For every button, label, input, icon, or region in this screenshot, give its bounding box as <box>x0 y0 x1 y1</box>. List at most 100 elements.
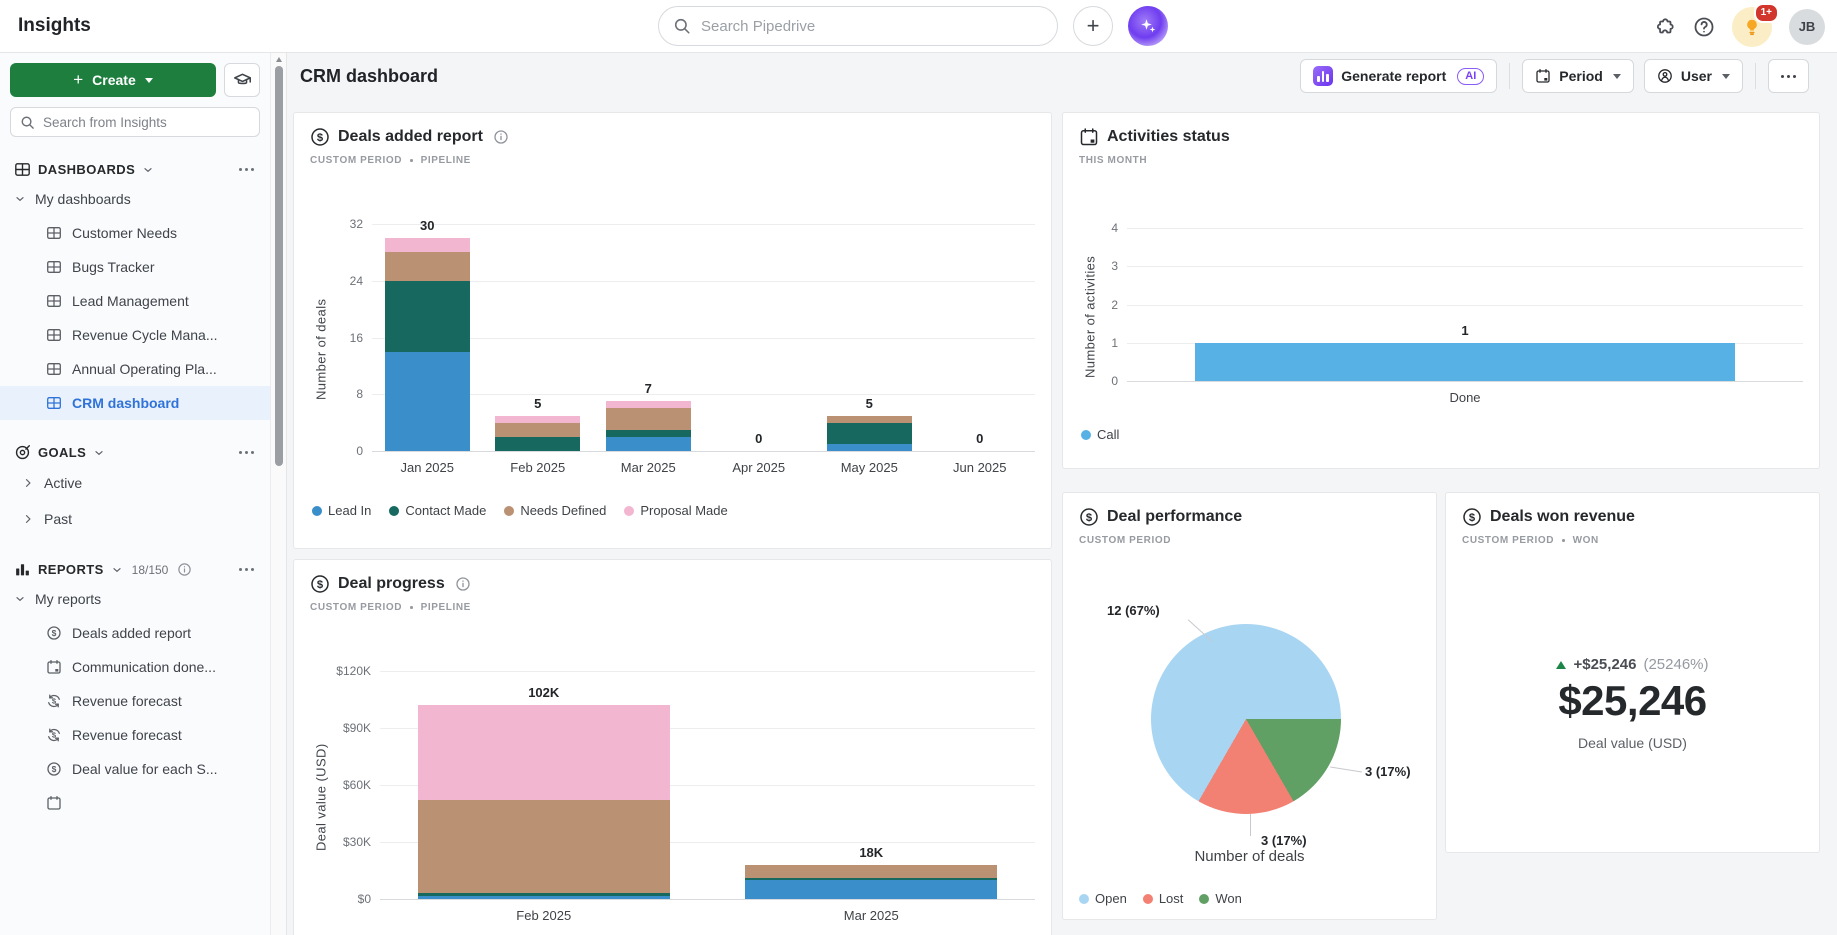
user-filter-button[interactable]: User <box>1644 59 1743 93</box>
bar-stack[interactable] <box>606 401 691 451</box>
bar-stack[interactable] <box>827 416 912 451</box>
dashboards-section-header[interactable]: DASHBOARDS <box>14 161 256 178</box>
avatar[interactable]: JB <box>1789 9 1825 45</box>
global-search-input[interactable] <box>701 18 1043 35</box>
marketplace-apps-button[interactable] <box>1654 16 1676 38</box>
legend-item[interactable]: Proposal Made <box>624 503 727 518</box>
report-item-deal-value-for-each[interactable]: $ Deal value for each S... <box>0 752 270 786</box>
bar-segment-contact-made[interactable] <box>385 281 470 352</box>
calendar-icon <box>46 659 62 675</box>
bar-segment-proposal-made[interactable] <box>385 238 470 252</box>
y-tick-label: $60K <box>343 777 371 793</box>
search-icon <box>673 17 691 35</box>
sidebar-item-crm-dashboard[interactable]: CRM dashboard <box>0 386 270 420</box>
ai-badge: AI <box>1457 68 1484 85</box>
goals-past-toggle[interactable]: Past <box>0 501 270 537</box>
my-dashboards-toggle[interactable]: My dashboards <box>10 182 260 216</box>
bar-value-label: 18K <box>708 845 1036 860</box>
bar-segment-lead-in[interactable] <box>418 896 670 899</box>
sidebar-item-lead-management[interactable]: Lead Management <box>0 284 270 318</box>
bar-stack[interactable] <box>1195 343 1735 381</box>
dashboard-more-button[interactable] <box>1768 59 1809 93</box>
quick-add-button[interactable]: + <box>1073 6 1113 46</box>
bar-stack[interactable] <box>745 865 997 899</box>
reports-section-header[interactable]: REPORTS 18/150 <box>14 561 256 578</box>
global-search[interactable] <box>658 6 1058 46</box>
bar-segment-needs-defined[interactable] <box>385 252 470 280</box>
legend-item[interactable]: Needs Defined <box>504 503 606 518</box>
bar-segment-contact-made[interactable] <box>495 437 580 451</box>
filter-tag: PIPELINE <box>421 155 471 166</box>
bar-value-label: 0 <box>704 431 815 446</box>
legend-item[interactable]: Won <box>1199 891 1242 906</box>
whats-new-button[interactable]: 1+ <box>1732 7 1772 47</box>
sidebar: + Create DASHBOARDS My dashboards Custom… <box>0 53 270 935</box>
insights-search[interactable] <box>10 107 260 137</box>
report-item-communication-done[interactable]: Communication done... <box>0 650 270 684</box>
sidebar-item-customer-needs[interactable]: Customer Needs <box>0 216 270 250</box>
scrollbar-thumb[interactable] <box>275 66 283 466</box>
bar-segment-proposal-made[interactable] <box>495 416 580 423</box>
learning-center-button[interactable] <box>224 63 260 97</box>
bar-segment-lead-in[interactable] <box>385 352 470 451</box>
legend-dot <box>1143 894 1153 904</box>
bar-segment-needs-defined[interactable] <box>827 416 912 423</box>
bar-segment-proposal-made[interactable] <box>418 705 670 800</box>
bar-segment-contact-made[interactable] <box>827 423 912 444</box>
report-item-deals-added-report[interactable]: $ Deals added report <box>0 616 270 650</box>
x-tick-label: Feb 2025 <box>380 908 708 923</box>
legend-item[interactable]: Lost <box>1143 891 1184 906</box>
legend-item[interactable]: Contact Made <box>389 503 486 518</box>
legend-item[interactable]: Open <box>1079 891 1127 906</box>
card-deals-added-report: $ Deals added report CUSTOM PERIOD PIPEL… <box>293 112 1052 549</box>
deal-progress-chart: Deal value (USD)$120K$90K$60K$30K$0102K1… <box>310 671 1035 923</box>
bar-segment-lead-in[interactable] <box>745 880 997 899</box>
report-item-revenue-forecast-1[interactable]: $ Revenue forecast <box>0 684 270 718</box>
info-icon[interactable] <box>493 129 509 145</box>
info-icon[interactable] <box>177 562 192 577</box>
bar-stack[interactable] <box>385 238 470 451</box>
bar-segment-needs-defined[interactable] <box>418 800 670 893</box>
bar-segment-lead-in[interactable] <box>606 437 691 451</box>
reports-menu-button[interactable] <box>237 564 256 575</box>
bar-segment-proposal-made[interactable] <box>606 401 691 408</box>
sidebar-item-annual-operating-plan[interactable]: Annual Operating Pla... <box>0 352 270 386</box>
bar-segment-needs-defined[interactable] <box>745 865 997 878</box>
reports-count: 18/150 <box>132 563 169 577</box>
goals-section-header[interactable]: GOALS <box>14 444 256 461</box>
topbar-right: 1+ JB <box>1654 0 1825 53</box>
scrollbar-up-arrow[interactable] <box>276 57 282 62</box>
legend-item[interactable]: Call <box>1081 427 1119 442</box>
bar-stack[interactable] <box>495 416 580 451</box>
bar-value-label: 7 <box>593 381 704 396</box>
report-item-revenue-forecast-2[interactable]: $ Revenue forecast <box>0 718 270 752</box>
bar-segment-lead-in[interactable] <box>827 444 912 451</box>
bar-segment-needs-defined[interactable] <box>606 408 691 429</box>
ai-assistant-button[interactable] <box>1128 6 1168 46</box>
create-button[interactable]: + Create <box>10 63 216 97</box>
generate-report-button[interactable]: Generate report AI <box>1300 59 1497 93</box>
bar-segment-contact-made[interactable] <box>606 430 691 437</box>
period-filter-button[interactable]: Period <box>1522 59 1634 93</box>
legend-label: Open <box>1095 891 1127 906</box>
legend-dot <box>1081 430 1091 440</box>
deal-performance-pie[interactable] <box>1151 624 1341 814</box>
goals-active-toggle[interactable]: Active <box>0 465 270 501</box>
dashboards-menu-button[interactable] <box>237 164 256 175</box>
filter-tag: PIPELINE <box>421 602 471 613</box>
info-icon[interactable] <box>455 576 471 592</box>
help-button[interactable] <box>1693 16 1715 38</box>
card-deal-progress: $ Deal progress CUSTOM PERIOD PIPELINE D… <box>293 559 1052 935</box>
bar-segment-needs-defined[interactable] <box>495 423 580 437</box>
sidebar-item-revenue-cycle-management[interactable]: Revenue Cycle Mana... <box>0 318 270 352</box>
sidebar-scrollbar[interactable] <box>270 53 287 935</box>
report-item-cut-off[interactable] <box>0 786 270 820</box>
bar-stack[interactable] <box>418 705 670 899</box>
bar-segment-call[interactable] <box>1195 343 1735 381</box>
my-reports-toggle[interactable]: My reports <box>10 582 260 616</box>
insights-search-input[interactable] <box>43 115 250 130</box>
sidebar-item-bugs-tracker[interactable]: Bugs Tracker <box>0 250 270 284</box>
goals-menu-button[interactable] <box>237 447 256 458</box>
legend-item[interactable]: Lead In <box>312 503 371 518</box>
chevron-right-icon <box>22 513 34 525</box>
